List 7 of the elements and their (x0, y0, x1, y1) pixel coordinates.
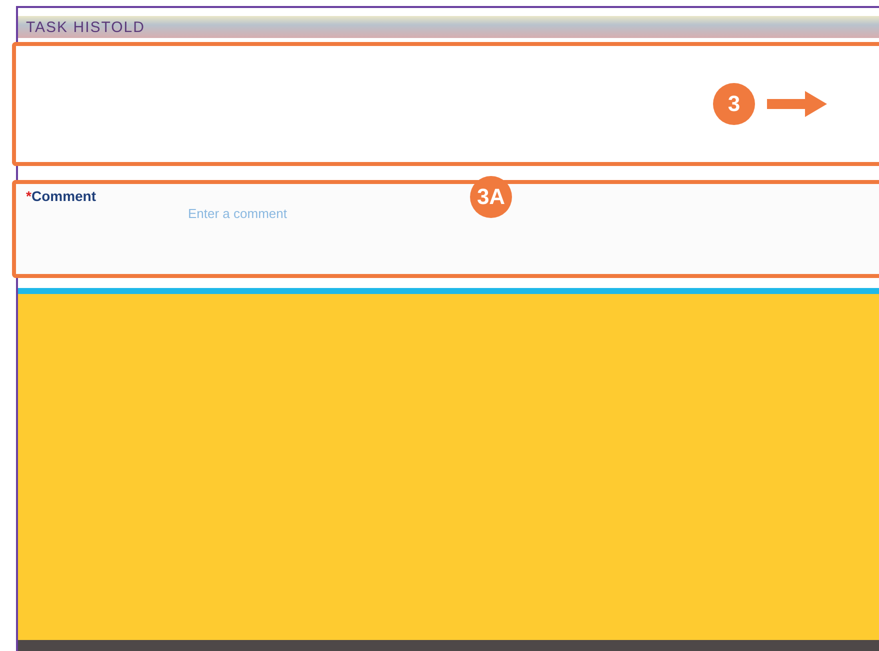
arrow-icon (767, 89, 829, 119)
window-title: TASK HISTOLD (26, 18, 145, 36)
step-badge: 3A (470, 176, 512, 218)
required-mark: * (26, 188, 32, 204)
field-label: Comment (31, 188, 96, 204)
comment-field[interactable]: Enter a comment (186, 204, 430, 223)
step-badge: 3 (713, 83, 755, 125)
